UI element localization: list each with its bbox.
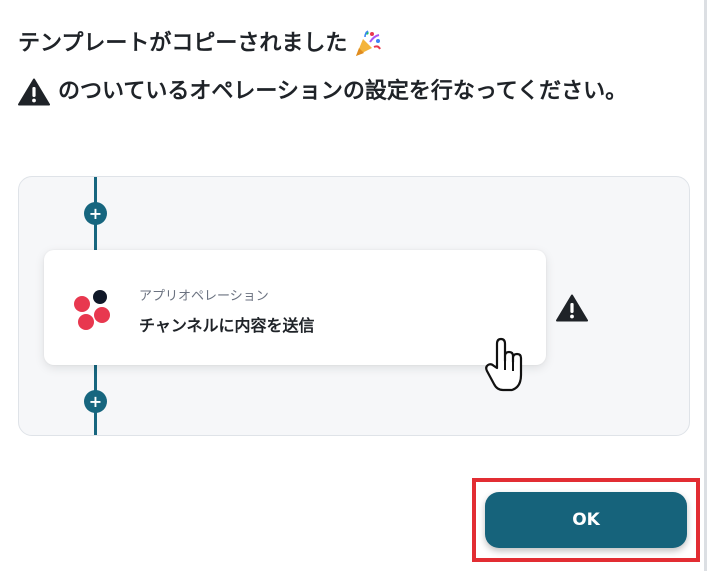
hand-pointer-icon <box>485 337 523 392</box>
add-step-button-bottom[interactable]: + <box>84 390 107 413</box>
warning-icon <box>18 78 50 106</box>
dialog-message-text-1: テンプレートがコピーされました <box>18 31 348 56</box>
dialog-message-line-1: テンプレートがコピーされました <box>18 29 382 59</box>
flow-preview-panel: + + アプリオペレーション チャンネルに内容を送信 <box>18 176 690 436</box>
warning-icon <box>556 294 588 322</box>
party-popper-icon <box>356 30 382 56</box>
operation-card[interactable]: アプリオペレーション チャンネルに内容を送信 <box>44 250 546 365</box>
operation-title: チャンネルに内容を送信 <box>139 316 315 335</box>
add-step-button-top[interactable]: + <box>84 202 107 225</box>
dialog-message-line-2: のついているオペレーションの設定を行なってください。 <box>18 77 627 107</box>
dialog-message-text-2: のついているオペレーションの設定を行なってください。 <box>58 79 628 104</box>
chatwork-logo-icon <box>74 290 110 330</box>
ok-button[interactable]: OK <box>485 492 687 548</box>
operation-category-label: アプリオペレーション <box>139 289 269 304</box>
